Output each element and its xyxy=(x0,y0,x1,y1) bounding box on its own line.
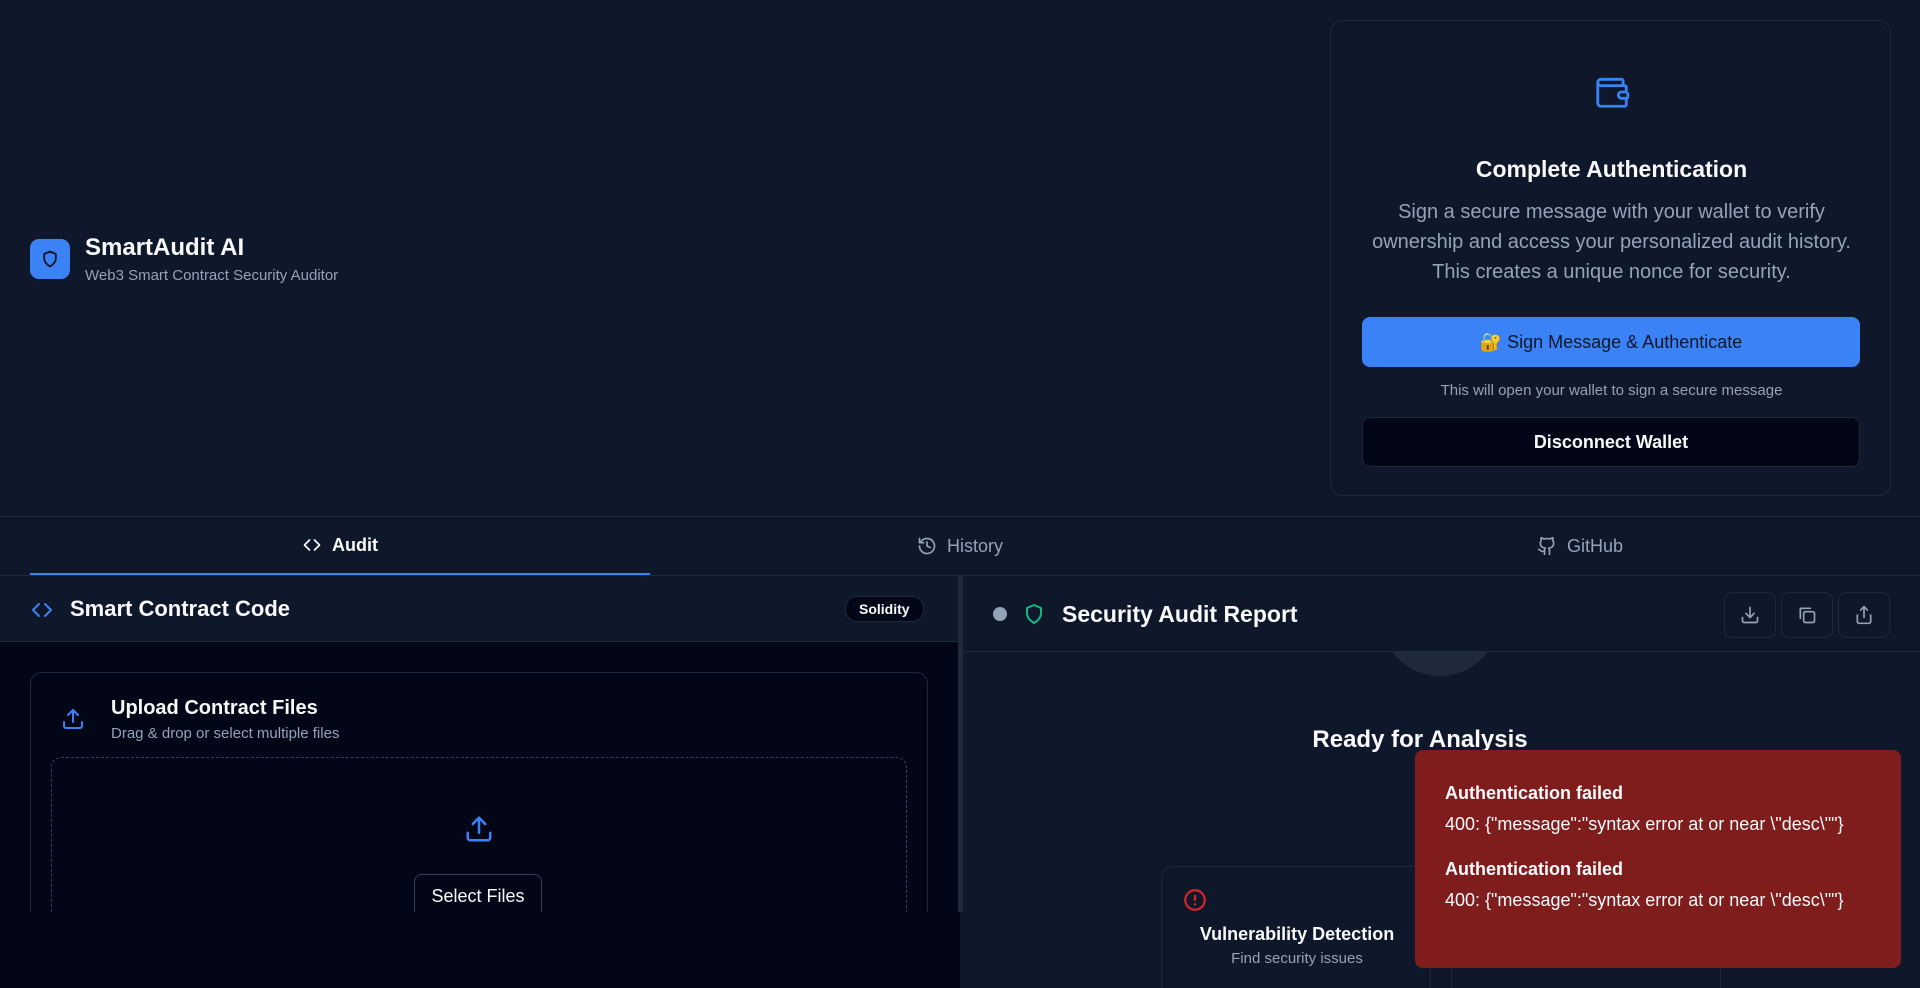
code-icon xyxy=(303,539,321,551)
bottom-strip xyxy=(0,912,960,988)
tab-github[interactable]: GitHub xyxy=(1270,517,1890,575)
error-toast: Authentication failed 400: {"message":"s… xyxy=(1415,750,1901,968)
disconnect-wallet-button[interactable]: Disconnect Wallet xyxy=(1362,417,1860,467)
status-dot xyxy=(993,607,1007,621)
tab-audit-label: Audit xyxy=(332,534,378,555)
code-panel-title: Smart Contract Code xyxy=(70,596,291,621)
toast-message: 400: {"message":"syntax error at or near… xyxy=(1445,814,1844,834)
upload-card: Upload Contract Files Drag & drop or sel… xyxy=(30,672,928,937)
auth-hint: This will open your wallet to sign a sec… xyxy=(1440,382,1783,399)
report-header: Security Audit Report xyxy=(963,576,1920,652)
feature-subtitle: Find security issues xyxy=(1231,950,1363,967)
code-panel-header: Smart Contract Code Solidity xyxy=(0,576,960,642)
auth-description: Sign a secure message with your wallet t… xyxy=(1372,201,1851,283)
download-button[interactable] xyxy=(1724,592,1776,638)
share-button[interactable] xyxy=(1838,592,1890,638)
drop-zone[interactable]: Select Files xyxy=(51,757,907,937)
upload-icon xyxy=(63,709,83,729)
upload-title: Upload Contract Files xyxy=(111,697,318,719)
download-icon xyxy=(1741,606,1759,624)
code-panel: Smart Contract Code Solidity Upload Cont… xyxy=(0,576,960,937)
sign-message-button[interactable]: 🔐 Sign Message & Authenticate xyxy=(1362,317,1860,367)
upload-subtitle: Drag & drop or select multiple files xyxy=(111,725,340,742)
shield-icon xyxy=(43,250,57,268)
copy-button[interactable] xyxy=(1781,592,1833,638)
language-badge: Solidity xyxy=(845,596,924,622)
report-title: Security Audit Report xyxy=(1062,601,1298,627)
upload-icon xyxy=(466,816,492,842)
toast-title: Authentication failed xyxy=(1445,783,1624,803)
history-icon xyxy=(918,537,936,555)
auth-card: Complete Authentication Sign a secure me… xyxy=(1330,20,1891,496)
toast-message: 400: {"message":"syntax error at or near… xyxy=(1445,890,1844,910)
tab-audit[interactable]: Audit xyxy=(30,517,650,575)
brand-tagline: Web3 Smart Contract Security Auditor xyxy=(85,267,339,284)
feature-title: Vulnerability Detection xyxy=(1199,924,1395,944)
tab-github-label: GitHub xyxy=(1566,535,1624,556)
wallet-icon xyxy=(1593,73,1631,111)
auth-title: Complete Authentication xyxy=(1475,156,1748,182)
feature-card-vulnerability: Vulnerability Detection Find security is… xyxy=(1161,866,1431,988)
tabs-bar: Audit History GitHub xyxy=(0,516,1920,576)
code-icon xyxy=(32,603,52,617)
tab-history[interactable]: History xyxy=(650,517,1270,575)
copy-icon xyxy=(1799,607,1816,624)
alert-circle-icon xyxy=(1184,889,1206,911)
share-icon xyxy=(1856,605,1872,625)
brand-logo xyxy=(30,239,70,279)
brand-name: SmartAudit AI xyxy=(85,234,245,261)
tab-history-label: History xyxy=(946,535,1003,556)
toast-title: Authentication failed xyxy=(1445,859,1624,880)
github-icon xyxy=(1537,536,1555,556)
shield-icon xyxy=(1026,604,1042,624)
